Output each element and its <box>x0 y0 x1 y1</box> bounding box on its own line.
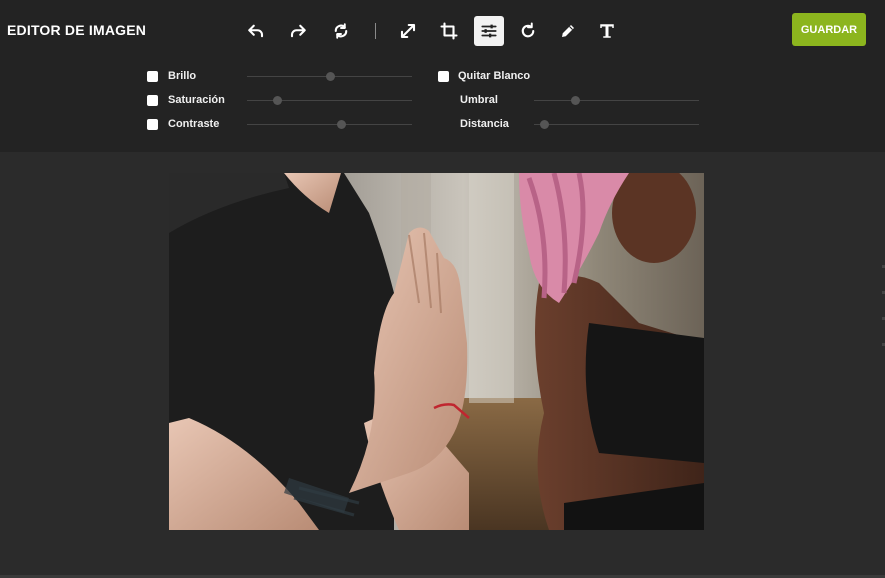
umbral-slider[interactable] <box>534 96 699 106</box>
filter-row-brillo: Brillo <box>147 70 417 84</box>
contraste-checkbox[interactable] <box>147 119 158 130</box>
pencil-icon <box>562 25 574 37</box>
brillo-checkbox[interactable] <box>147 71 158 82</box>
brillo-slider[interactable] <box>247 72 412 82</box>
saturacion-slider-knob[interactable] <box>272 96 282 105</box>
brillo-slider-knob[interactable] <box>325 72 335 81</box>
undo-button[interactable] <box>241 16 271 46</box>
contraste-label: Contraste <box>168 118 220 130</box>
filter-row-umbral: Umbral <box>438 94 708 108</box>
text-icon <box>600 24 614 38</box>
toolbar-divider <box>375 23 376 39</box>
redo-button[interactable] <box>283 16 313 46</box>
edited-photo <box>169 173 704 530</box>
adjust-button[interactable] <box>474 16 504 46</box>
editor-title: EDITOR DE IMAGEN <box>7 22 147 38</box>
quitar-blanco-label: Quitar Blanco <box>458 70 531 82</box>
brillo-label: Brillo <box>168 70 197 82</box>
distancia-label: Distancia <box>460 118 509 130</box>
contraste-slider[interactable] <box>247 120 412 130</box>
distancia-slider-knob[interactable] <box>539 120 549 129</box>
filter-row-saturacion: Saturación <box>147 94 417 108</box>
undo-icon <box>248 24 264 38</box>
saturacion-slider[interactable] <box>247 96 412 106</box>
text-button[interactable] <box>592 16 622 46</box>
resize-icon <box>400 23 416 39</box>
adjust-icon <box>481 24 497 38</box>
save-button[interactable]: GUARDAR <box>792 13 866 46</box>
editor-toolbar: EDITOR DE IMAGEN GUARDAR Brillo Saturaci… <box>0 0 885 152</box>
reset-icon <box>334 23 348 39</box>
filter-row-quitar-blanco: Quitar Blanco <box>438 70 708 84</box>
rotate-button[interactable] <box>513 16 543 46</box>
image-canvas[interactable] <box>169 173 704 530</box>
redo-icon <box>290 24 306 38</box>
crop-button[interactable] <box>434 16 464 46</box>
draw-button[interactable] <box>553 16 583 46</box>
reset-button[interactable] <box>326 16 356 46</box>
filter-row-distancia: Distancia <box>438 118 708 132</box>
umbral-label: Umbral <box>460 94 498 106</box>
crop-icon <box>440 22 458 40</box>
umbral-slider-knob[interactable] <box>571 96 581 105</box>
contraste-slider-knob[interactable] <box>337 120 347 129</box>
saturacion-label: Saturación <box>168 94 225 106</box>
resize-button[interactable] <box>393 16 423 46</box>
rotate-icon <box>521 22 535 38</box>
saturacion-checkbox[interactable] <box>147 95 158 106</box>
distancia-slider[interactable] <box>534 120 699 130</box>
filter-row-contraste: Contraste <box>147 118 417 132</box>
quitar-blanco-checkbox[interactable] <box>438 71 449 82</box>
